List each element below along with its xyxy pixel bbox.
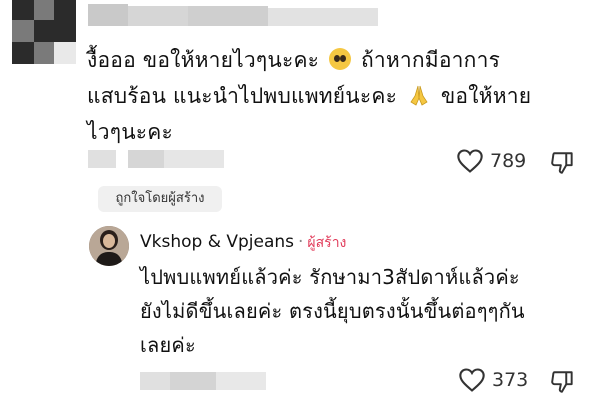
creator-tag: ผู้สร้าง <box>307 235 347 251</box>
heart-outline-icon[interactable] <box>458 367 486 393</box>
thumbs-down-outline-icon[interactable] <box>550 150 576 176</box>
comment-meta-redacted <box>88 150 228 168</box>
comment-line-3: ไวๆนะคะ <box>87 120 173 144</box>
reply-avatar-image <box>89 226 129 266</box>
reply-line-2: ยังไม่ดีขึ้นเลยค่ะ ตรงนี้ยุบตรงนั้นขึ้นต… <box>140 299 525 323</box>
commenter-name-redacted[interactable] <box>88 4 378 26</box>
reply-text: ไปพบแพทย์แล้วค่ะ รักษามา3สัปดาห์แล้วค่ะ … <box>140 260 590 362</box>
heart-outline-icon[interactable] <box>456 148 484 174</box>
comment-text: งื้อออ ขอให้หายไวๆนะคะ ถ้าหากมีอาการ แสบ… <box>87 42 587 150</box>
comment-like-count: 789 <box>490 150 527 172</box>
reply-username[interactable]: Vkshop & Vpjeans <box>140 232 294 252</box>
reply-like-count: 373 <box>492 369 529 391</box>
commenter-avatar[interactable] <box>12 0 76 64</box>
reply-like-row: 373 <box>458 367 528 393</box>
reply-meta-redacted <box>140 372 270 390</box>
separator-dot: · <box>298 232 304 252</box>
comment-like-row: 789 <box>456 148 526 174</box>
reply-header: Vkshop & Vpjeans · ผู้สร้าง <box>140 232 346 254</box>
liked-by-creator-badge: ถูกใจโดยผู้สร้าง <box>98 186 222 212</box>
comment-line-1: งื้อออ ขอให้หายไวๆนะคะ <box>87 48 320 72</box>
folded-hands-emoji-icon <box>410 85 428 106</box>
reply-line-1: ไปพบแพทย์แล้วค่ะ รักษามา3สัปดาห์แล้วค่ะ <box>140 265 520 289</box>
comment-line-1b: ถ้าหากมีอาการ <box>360 48 501 72</box>
reply-line-3: เลยค่ะ <box>140 333 196 357</box>
comment-line-2b: ขอให้หาย <box>440 84 532 108</box>
pleading-face-emoji-icon <box>329 48 352 70</box>
comment-line-2a: แสบร้อน แนะนำไปพบแพทย์นะคะ <box>87 84 398 108</box>
thumbs-down-outline-icon[interactable] <box>550 369 576 395</box>
reply-avatar[interactable] <box>89 226 129 266</box>
